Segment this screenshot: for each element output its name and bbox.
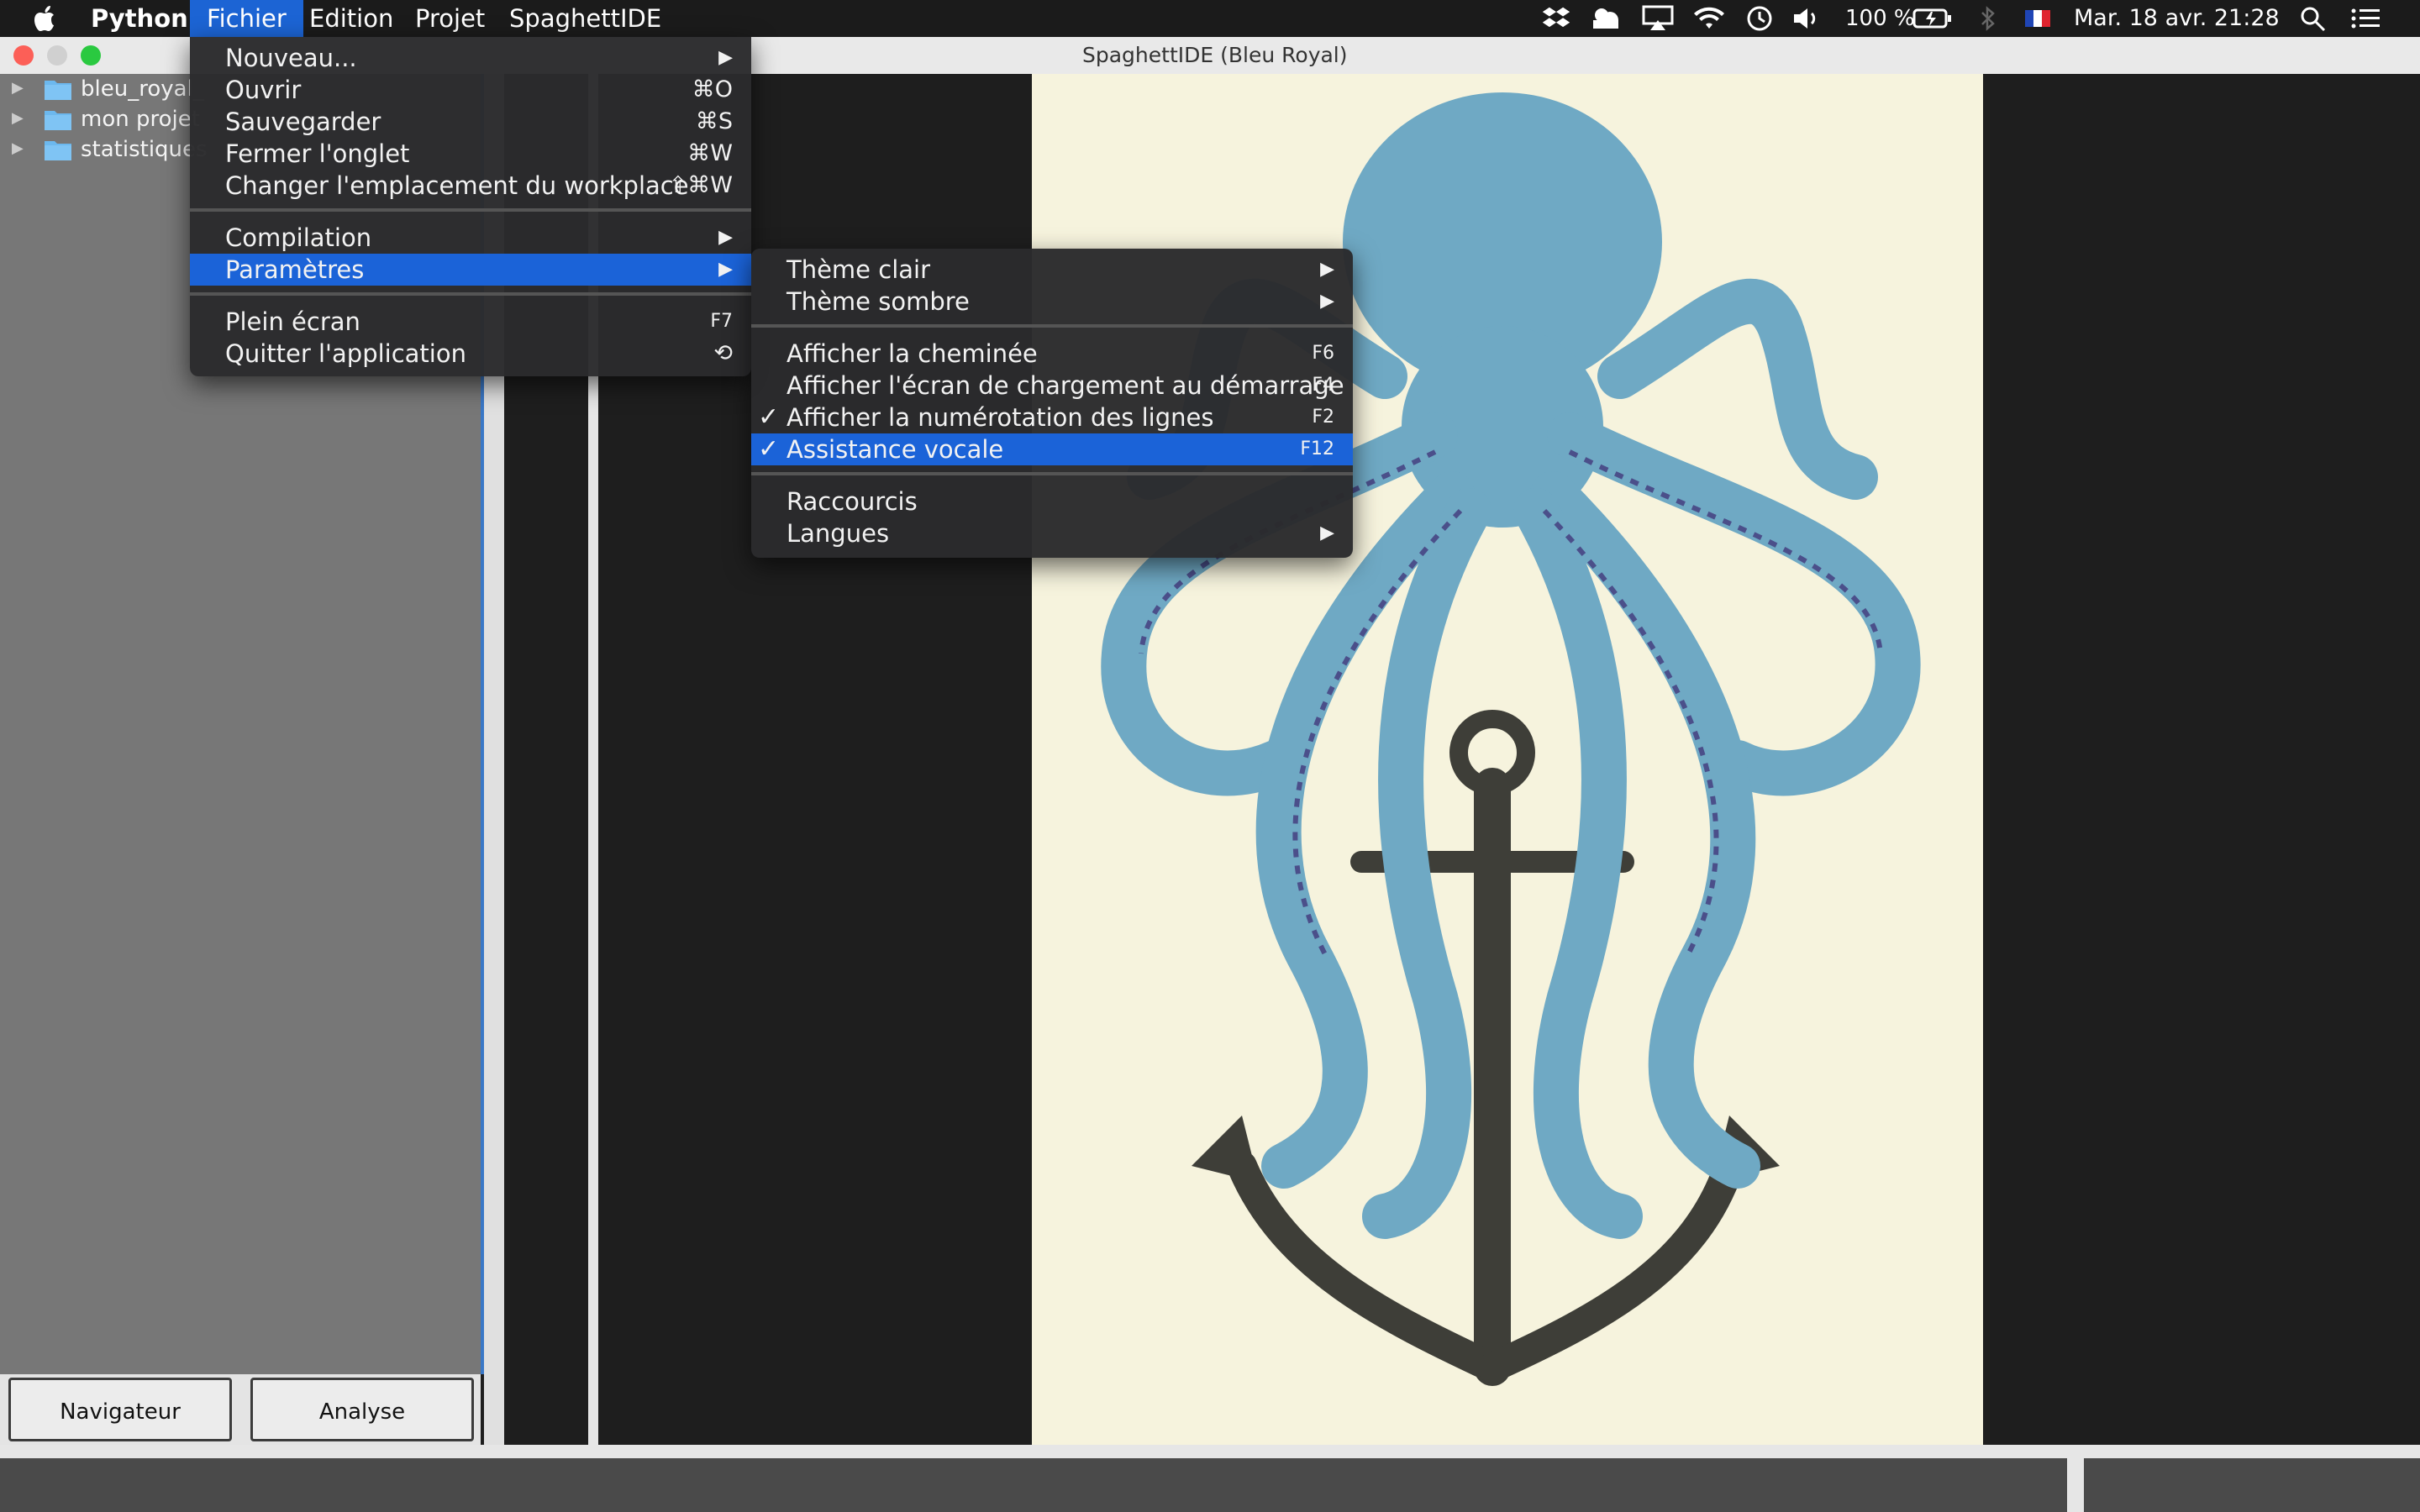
menu-item-compilation[interactable]: Compilation ▶	[190, 222, 751, 254]
menu-item-assistance-vocale[interactable]: ✓ Assistance vocale F12	[751, 433, 1353, 465]
submenu-arrow-icon: ▶	[718, 259, 733, 280]
menu-bar: Python Fichier Edition Projet SpaghettID…	[0, 0, 2420, 37]
menu-item-afficher-cheminee[interactable]: Afficher la cheminée F6	[751, 338, 1353, 370]
menu-projet[interactable]: Projet	[415, 0, 485, 37]
apple-logo-icon[interactable]	[34, 5, 59, 32]
menu-item-theme-sombre[interactable]: Thème sombre ▶	[751, 286, 1353, 318]
folder-icon	[45, 141, 71, 160]
zoom-window-button[interactable]	[81, 45, 101, 66]
quit-shortcut-icon: ⟲	[713, 340, 733, 366]
menu-item-fermer-onglet[interactable]: Fermer l'onglet ⌘W	[190, 138, 751, 170]
fichier-menu: Nouveau... ▶ Ouvrir ⌘O Sauvegarder ⌘S Fe…	[190, 37, 751, 376]
window-title: SpaghettIDE (Bleu Royal)	[1082, 43, 1348, 67]
checkmark-icon: ✓	[758, 402, 780, 432]
tree-item-label: mon projet	[81, 107, 200, 132]
menu-item-parametres[interactable]: Paramètres ▶	[190, 254, 751, 286]
submenu-arrow-icon: ▶	[1320, 291, 1334, 312]
clock[interactable]: Mar. 18 avr. 21:28	[2074, 0, 2280, 37]
parametres-submenu: Thème clair ▶ Thème sombre ▶ Afficher la…	[751, 249, 1353, 558]
notification-center-icon[interactable]	[2349, 5, 2381, 32]
menu-fichier[interactable]: Fichier	[190, 0, 303, 37]
console-panel[interactable]	[0, 1458, 2067, 1512]
menu-edition[interactable]: Edition	[309, 0, 393, 37]
volume-icon[interactable]	[1791, 5, 1822, 32]
menu-item-theme-clair[interactable]: Thème clair ▶	[751, 254, 1353, 286]
app-menu-python[interactable]: Python	[91, 0, 188, 37]
sidebar-button-bar: Navigateur Analyse	[0, 1374, 481, 1445]
tree-item-label: bleu_royal_	[81, 76, 204, 102]
french-flag-icon[interactable]	[2025, 10, 2050, 27]
airplay-icon[interactable]	[1642, 5, 1674, 32]
folder-icon	[45, 81, 71, 100]
menu-item-ecran-chargement[interactable]: Afficher l'écran de chargement au démarr…	[751, 370, 1353, 402]
battery-percent: 100 %	[1845, 6, 1915, 31]
analyse-button[interactable]: Analyse	[250, 1378, 474, 1441]
submenu-arrow-icon: ▶	[718, 47, 733, 68]
tree-item-label: statistiques	[81, 137, 208, 162]
disclosure-triangle-icon[interactable]: ▶	[12, 109, 24, 127]
battery-icon[interactable]	[1912, 5, 1953, 32]
menu-item-changer-workplace[interactable]: Changer l'emplacement du workplace ⇧⌘W	[190, 170, 751, 202]
info-panel	[2084, 1458, 2420, 1512]
time-machine-icon[interactable]	[1744, 5, 1775, 32]
checkmark-icon: ✓	[758, 434, 780, 464]
menu-item-numerotation-lignes[interactable]: ✓ Afficher la numérotation des lignes F2	[751, 402, 1353, 433]
menu-separator	[751, 324, 1353, 328]
menu-item-sauvegarder[interactable]: Sauvegarder ⌘S	[190, 106, 751, 138]
bluetooth-icon[interactable]	[1978, 5, 1998, 32]
menu-separator	[190, 208, 751, 212]
close-window-button[interactable]	[13, 45, 34, 66]
menu-item-quitter[interactable]: Quitter l'application ⟲	[190, 338, 751, 370]
menu-separator	[751, 472, 1353, 475]
cloud-sync-icon[interactable]	[1590, 5, 1623, 32]
disclosure-triangle-icon[interactable]: ▶	[12, 79, 24, 97]
wifi-icon[interactable]	[1692, 5, 1726, 32]
submenu-arrow-icon: ▶	[1320, 259, 1334, 280]
menu-item-nouveau[interactable]: Nouveau... ▶	[190, 42, 751, 74]
spotlight-icon[interactable]	[2299, 5, 2328, 32]
status-bar	[0, 1445, 2420, 1512]
disclosure-triangle-icon[interactable]: ▶	[12, 139, 24, 157]
menu-spaghettide[interactable]: SpaghettIDE	[509, 0, 661, 37]
minimize-window-button[interactable]	[47, 45, 67, 66]
navigateur-button[interactable]: Navigateur	[8, 1378, 232, 1441]
submenu-arrow-icon: ▶	[1320, 522, 1334, 543]
menu-item-langues[interactable]: Langues ▶	[751, 517, 1353, 549]
menu-separator	[190, 292, 751, 296]
menu-item-plein-ecran[interactable]: Plein écran F7	[190, 306, 751, 338]
folder-icon	[45, 111, 71, 130]
menu-item-raccourcis[interactable]: Raccourcis	[751, 486, 1353, 517]
menu-item-ouvrir[interactable]: Ouvrir ⌘O	[190, 74, 751, 106]
dropbox-icon[interactable]	[1541, 5, 1571, 32]
submenu-arrow-icon: ▶	[718, 227, 733, 248]
